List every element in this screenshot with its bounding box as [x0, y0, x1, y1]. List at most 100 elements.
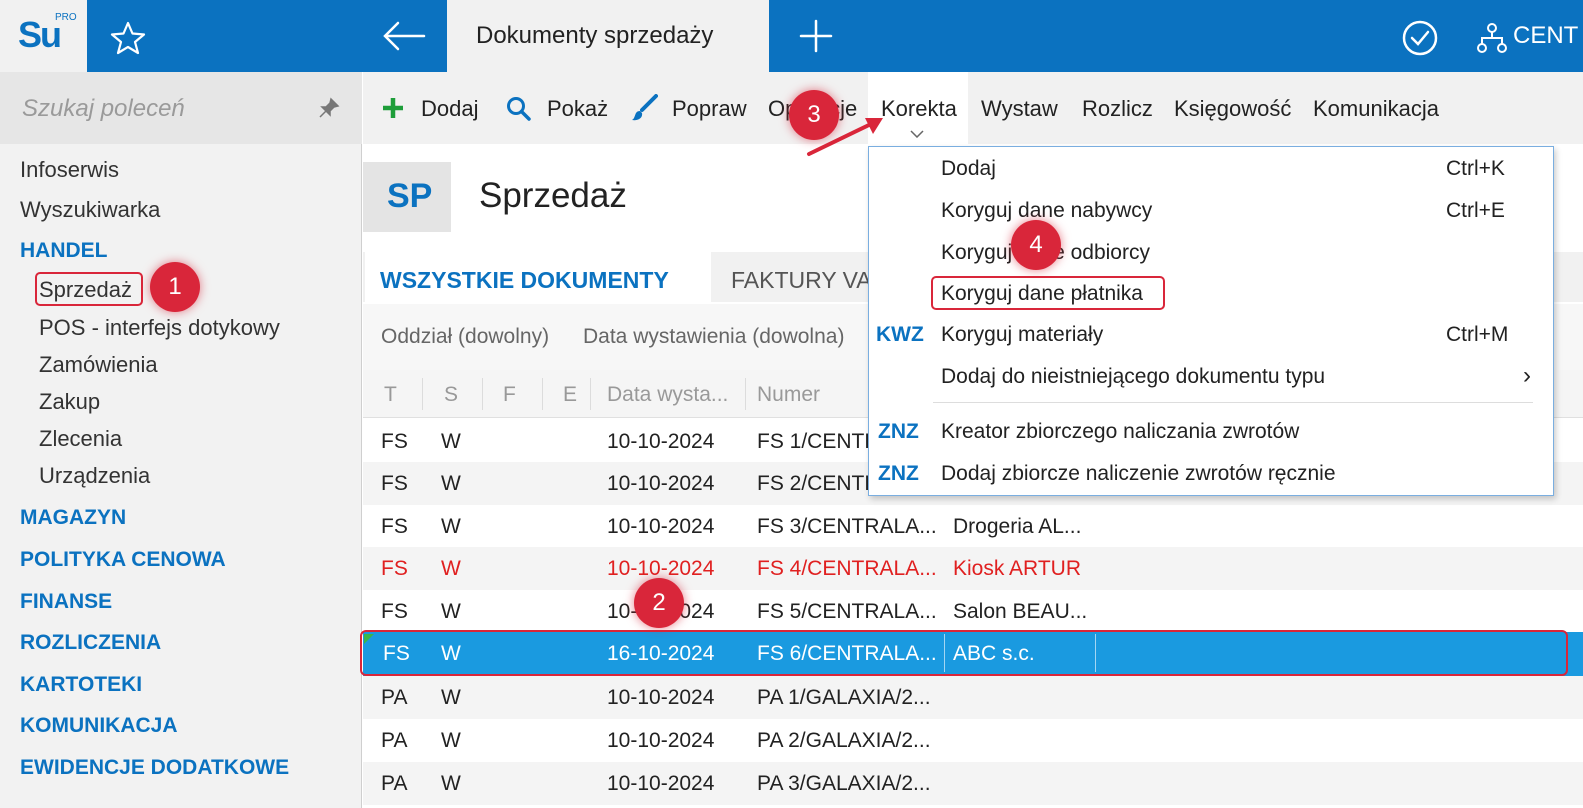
- menu-shortcut: Ctrl+K: [1446, 157, 1505, 180]
- plus-icon[interactable]: [381, 96, 405, 120]
- sidebar-section-kartoteki[interactable]: KARTOTEKI: [20, 673, 142, 697]
- menu-item-kreator-zwrotow[interactable]: Kreator zbiorczego naliczania zwrotów: [941, 420, 1299, 444]
- cell-s: W: [441, 472, 461, 495]
- cell-s: W: [441, 772, 461, 795]
- cell-numer: FS 4/CENTRALA...: [757, 557, 937, 580]
- table-row[interactable]: PA W 10-10-2024 PA 2/GALAXIA/2...: [363, 719, 1583, 762]
- column-header-e[interactable]: E: [563, 383, 577, 407]
- brush-icon[interactable]: [630, 94, 658, 122]
- chevron-down-icon: [910, 130, 924, 138]
- column-header-numer[interactable]: Numer: [757, 383, 820, 407]
- sidebar-item-zlecenia[interactable]: Zlecenia: [39, 426, 122, 452]
- column-header-t[interactable]: T: [384, 383, 397, 407]
- cell-s: W: [441, 557, 461, 580]
- cell-numer: FS 2/CENTR: [757, 472, 880, 495]
- cell-s: W: [441, 515, 461, 538]
- filter-oddzial[interactable]: Oddział (dowolny): [381, 325, 549, 349]
- highlight-selected-row: [360, 630, 1568, 676]
- column-divider: [590, 378, 591, 410]
- cell-numer: FS 3/CENTRALA...: [757, 515, 937, 538]
- cell-s: W: [441, 729, 461, 752]
- cell-numer: FS 5/CENTRALA...: [757, 600, 937, 623]
- cell-t: PA: [381, 686, 408, 709]
- sidebar-item-urzadzenia[interactable]: Urządzenia: [39, 463, 150, 489]
- logo-text: Su: [18, 14, 62, 55]
- column-divider: [482, 378, 483, 410]
- cell-numer: PA 1/GALAXIA/2...: [757, 686, 931, 709]
- annotation-badge-1: 1: [150, 262, 200, 312]
- column-header-data[interactable]: Data wysta...: [607, 383, 728, 407]
- sidebar-item-wyszukiwarka[interactable]: Wyszukiwarka: [20, 197, 160, 223]
- highlight-koryguj-platnika: [931, 276, 1165, 310]
- kwz-icon: KWZ: [876, 323, 924, 346]
- sidebar-item-infoserwis[interactable]: Infoserwis: [20, 157, 119, 183]
- menu-item-koryguj-nabywcy[interactable]: Koryguj dane nabywcy: [941, 199, 1152, 223]
- pin-icon[interactable]: [318, 97, 340, 119]
- znz-icon: ZNZ: [878, 462, 919, 485]
- toolbar-dodaj-button[interactable]: Dodaj: [421, 96, 478, 122]
- table-row[interactable]: FS W 10-10-2024 FS 4/CENTRALA... Kiosk A…: [363, 547, 1583, 590]
- cell-data: 10-10-2024: [607, 686, 715, 709]
- menu-item-dodaj-nieistniejacego[interactable]: Dodaj do nieistniejącego dokumentu typu: [941, 365, 1325, 389]
- cell-t: FS: [381, 430, 408, 453]
- toolbar-pokaz-button[interactable]: Pokaż: [547, 96, 608, 122]
- table-row[interactable]: PA W 10-10-2024 PA 3/GALAXIA/2...: [363, 762, 1583, 805]
- cell-data: 10-10-2024: [607, 772, 715, 795]
- annotation-badge-4: 4: [1011, 220, 1061, 270]
- cell-kontrahent: Drogeria AL...: [953, 515, 1082, 538]
- column-divider: [422, 378, 423, 410]
- menu-item-koryguj-materialy[interactable]: Koryguj materiały: [941, 323, 1103, 347]
- submenu-arrow-icon: ›: [1523, 362, 1531, 389]
- sidebar-section-ewidencje[interactable]: EWIDENCJE DODATKOWE: [20, 756, 289, 780]
- annotation-badge-3: 3: [789, 90, 839, 140]
- column-header-s[interactable]: S: [444, 383, 458, 407]
- page-title: Sprzedaż: [479, 176, 627, 215]
- table-row[interactable]: PA W 10-10-2024 PA 1/GALAXIA/2...: [363, 676, 1583, 719]
- sidebar-section-rozliczenia[interactable]: ROZLICZENIA: [20, 631, 161, 655]
- top-bar: [0, 0, 1583, 72]
- cell-t: FS: [381, 557, 408, 580]
- menu-item-dodaj[interactable]: Dodaj: [941, 157, 996, 181]
- new-tab-plus-icon[interactable]: [798, 18, 834, 54]
- sidebar-item-pos[interactable]: POS - interfejs dotykowy: [39, 315, 280, 341]
- toolbar-popraw-button[interactable]: Popraw: [672, 96, 747, 122]
- menu-shortcut: Ctrl+E: [1446, 199, 1505, 222]
- cell-kontrahent: Salon BEAU...: [953, 600, 1088, 623]
- cell-t: PA: [381, 772, 408, 795]
- sidebar-item-zakup[interactable]: Zakup: [39, 389, 100, 415]
- check-circle-icon[interactable]: [1400, 18, 1440, 58]
- table-row[interactable]: FS W 10-10-2024 FS 5/CENTRALA... Salon B…: [363, 590, 1583, 633]
- tab-faktury-vat[interactable]: FAKTURY VA: [731, 267, 872, 294]
- search-icon[interactable]: [506, 96, 532, 122]
- menu-divider: [933, 402, 1533, 403]
- toolbar-komunikacja-button[interactable]: Komunikacja: [1313, 96, 1439, 122]
- column-header-f[interactable]: F: [503, 383, 516, 407]
- company-label[interactable]: CENT: [1513, 22, 1578, 50]
- sidebar-item-zamowienia[interactable]: Zamówienia: [39, 352, 158, 378]
- toolbar-ksiegowosc-button[interactable]: Księgowość: [1174, 96, 1291, 122]
- organization-icon[interactable]: [1476, 22, 1508, 54]
- cell-s: W: [441, 600, 461, 623]
- menu-item-dodaj-zbiorcze[interactable]: Dodaj zbiorcze naliczenie zwrotów ręczni…: [941, 462, 1336, 486]
- back-arrow-icon[interactable]: [382, 18, 426, 54]
- cell-data: 10-10-2024: [607, 515, 715, 538]
- column-divider: [745, 378, 746, 410]
- favorites-star-icon[interactable]: [110, 20, 146, 56]
- cell-t: FS: [381, 600, 408, 623]
- sidebar-section-komunikacja[interactable]: KOMUNIKACJA: [20, 714, 178, 738]
- table-row[interactable]: FS W 10-10-2024 FS 3/CENTRALA... Drogeri…: [363, 505, 1583, 548]
- sidebar-section-finanse[interactable]: FINANSE: [20, 590, 112, 614]
- sidebar-section-magazyn[interactable]: MAGAZYN: [20, 506, 126, 530]
- sidebar-section-handel[interactable]: HANDEL: [20, 239, 108, 263]
- filter-data-wystawienia[interactable]: Data wystawienia (dowolna): [583, 325, 844, 349]
- sidebar-section-polityka-cenowa[interactable]: POLITYKA CENOWA: [20, 548, 226, 572]
- cell-kontrahent: Kiosk ARTUR: [953, 557, 1081, 580]
- toolbar-korekta-button[interactable]: Korekta: [881, 96, 957, 122]
- highlight-sprzedaz: [35, 272, 143, 306]
- cell-numer: PA 3/GALAXIA/2...: [757, 772, 931, 795]
- toolbar-wystaw-button[interactable]: Wystaw: [981, 96, 1058, 122]
- toolbar-rozlicz-button[interactable]: Rozlicz: [1082, 96, 1153, 122]
- command-search-placeholder: Szukaj poleceń: [22, 95, 185, 122]
- cell-numer: FS 1/CENTR: [757, 430, 880, 453]
- menu-shortcut: Ctrl+M: [1446, 323, 1509, 346]
